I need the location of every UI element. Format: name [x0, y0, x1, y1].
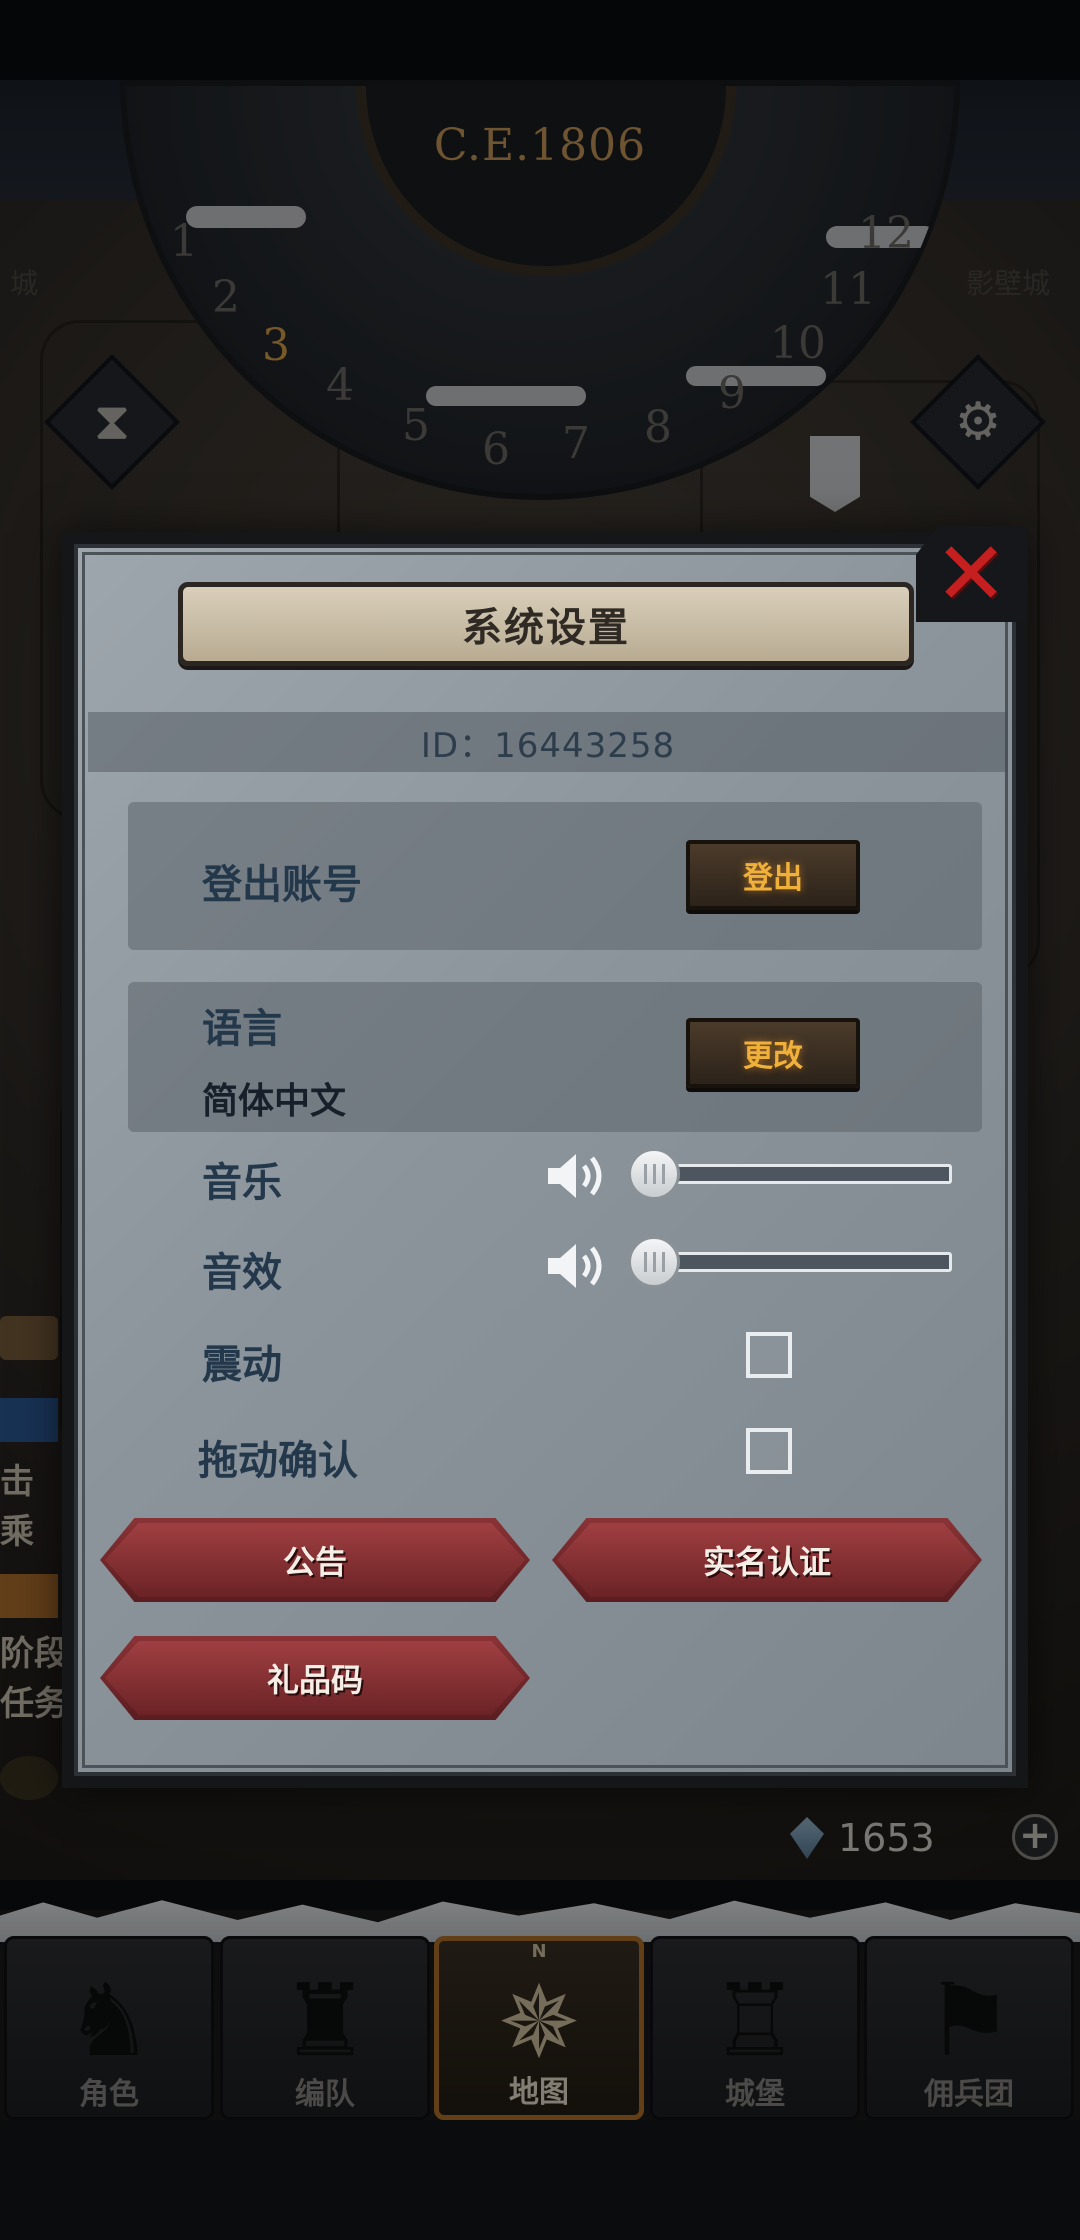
gift-code-button-label: 礼品码: [266, 1661, 363, 1699]
language-value: 简体中文: [202, 1081, 347, 1122]
vibration-checkbox[interactable]: [746, 1332, 792, 1378]
drag-confirm-checkbox[interactable]: [746, 1428, 792, 1474]
close-button[interactable]: ✕: [916, 526, 1026, 622]
dialog-title-plate: 系统设置: [178, 582, 914, 666]
vibration-label: 震动: [202, 1342, 282, 1388]
dialog-title: 系统设置: [462, 605, 630, 651]
announcement-button-label: 公告: [282, 1543, 347, 1581]
logout-label: 登出账号: [202, 862, 362, 908]
close-icon: ✕: [934, 522, 1008, 625]
logout-button-label: 登出: [743, 861, 803, 896]
music-slider[interactable]: [652, 1164, 952, 1184]
music-slider-thumb[interactable]: [628, 1148, 680, 1200]
player-id: ID：16443258: [420, 725, 676, 766]
sound-slider-thumb[interactable]: [628, 1236, 680, 1288]
gift-code-button[interactable]: 礼品码: [100, 1636, 530, 1720]
real-name-auth-button-label: 实名认证: [702, 1543, 831, 1581]
announcement-button[interactable]: 公告: [100, 1518, 530, 1602]
logout-button[interactable]: 登出: [686, 840, 860, 910]
sound-speaker-icon[interactable]: [546, 1238, 612, 1294]
real-name-auth-button[interactable]: 实名认证: [552, 1518, 982, 1602]
drag-confirm-label: 拖动确认: [198, 1438, 358, 1484]
sound-label: 音效: [202, 1250, 282, 1296]
sound-slider[interactable]: [652, 1252, 952, 1272]
language-label: 语言: [202, 1006, 282, 1052]
music-label: 音乐: [202, 1160, 282, 1206]
change-language-button-label: 更改: [743, 1039, 803, 1074]
music-speaker-icon[interactable]: [546, 1148, 612, 1204]
player-id-band: ID：16443258: [88, 712, 1008, 772]
change-language-button[interactable]: 更改: [686, 1018, 860, 1088]
